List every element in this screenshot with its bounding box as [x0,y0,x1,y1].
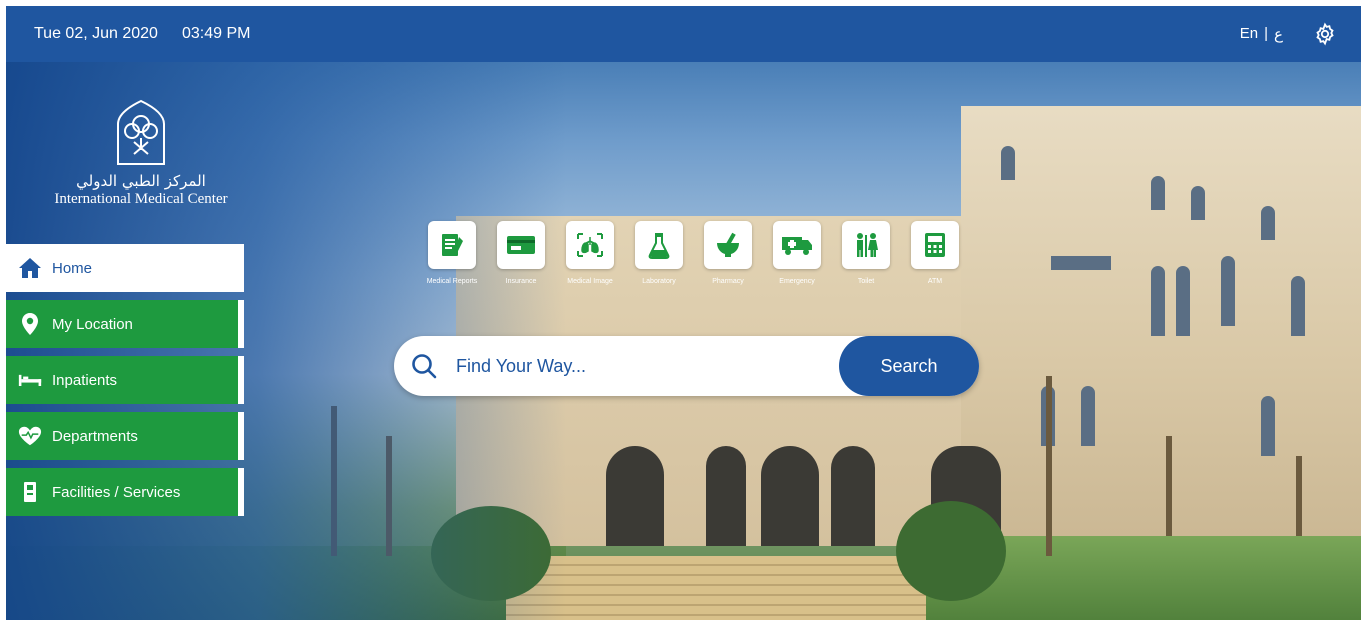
background-stairs [506,556,926,620]
lang-english-option[interactable]: En [1240,25,1258,43]
restroom-icon [842,221,890,269]
sidebar-item-label: My Location [52,315,133,333]
category-label: ATM [927,278,943,285]
sidebar-item-label: Departments [52,427,138,445]
background-bush [896,501,1006,601]
mortar-pestle-icon [704,221,752,269]
background-palm [1166,436,1172,536]
insurance-card-icon [497,221,545,269]
ambulance-icon [773,221,821,269]
gear-icon[interactable] [1313,22,1337,46]
sidebar-nav: Home My Location Inpatients Departments … [6,244,246,524]
category-label: Laboratory [642,278,676,285]
search-icon [410,352,438,380]
logo-emblem-icon [112,98,170,166]
logo-english-name: International Medical Center [54,191,228,207]
current-time: 03:49 PM [181,25,251,42]
xray-lungs-icon [566,221,614,269]
language-switcher: En | ع [1240,25,1283,43]
hospital-logo: المركز الطبي الدولي International Medica… [36,98,246,208]
atm-icon [911,221,959,269]
search-bar: Search [394,336,979,396]
kiosk-screen: Tue 02, Jun 2020 03:49 PM En | ع المركز … [6,6,1361,620]
search-input[interactable] [456,355,839,377]
background-arch [706,446,746,546]
category-medical-image[interactable]: Medical Image [566,221,614,287]
category-atm[interactable]: ATM [911,221,959,287]
sidebar-item-facilities-services[interactable]: Facilities / Services [6,468,244,516]
category-label: Toilet [857,278,875,285]
lang-separator: | [1264,25,1269,42]
background-palm [1046,376,1052,556]
category-label: Medical Image [567,278,613,285]
top-bar: Tue 02, Jun 2020 03:49 PM En | ع [6,6,1361,62]
medical-report-icon [428,221,476,269]
sidebar-item-label: Facilities / Services [52,483,181,501]
date-time: Tue 02, Jun 2020 03:49 PM [34,25,250,43]
current-date: Tue 02, Jun 2020 [34,25,158,42]
home-icon [18,256,42,280]
category-insurance[interactable]: Insurance [497,221,545,287]
bed-icon [18,368,42,392]
sidebar-item-home[interactable]: Home [6,244,244,292]
top-bar-controls: En | ع [1240,22,1337,46]
flask-icon [635,221,683,269]
background-arch [831,446,875,546]
category-label: Medical Reports [426,278,478,285]
location-pin-icon [18,312,42,336]
sidebar-item-label: Home [52,259,93,277]
search-button[interactable]: Search [839,336,979,396]
sidebar-item-departments[interactable]: Departments [6,412,244,460]
category-shortcuts: Medical Reports Insurance Medical Image … [427,221,959,287]
category-emergency[interactable]: Emergency [773,221,821,287]
lang-arabic-option[interactable]: ع [1274,25,1283,43]
heart-pulse-icon [18,424,42,448]
category-pharmacy[interactable]: Pharmacy [704,221,752,287]
phone-booth-icon [18,480,42,504]
sidebar-item-my-location[interactable]: My Location [6,300,244,348]
category-laboratory[interactable]: Laboratory [635,221,683,287]
category-label: Pharmacy [712,278,744,285]
background-palm [1296,456,1302,536]
sidebar-item-label: Inpatients [52,371,118,389]
category-medical-reports[interactable]: Medical Reports [427,221,477,287]
background-arch [606,446,664,546]
category-label: Emergency [779,278,815,285]
sidebar-item-inpatients[interactable]: Inpatients [6,356,244,404]
logo-arabic-name: المركز الطبي الدولي [76,172,206,190]
background-arch [761,446,819,546]
category-toilet[interactable]: Toilet [842,221,890,287]
category-label: Insurance [505,278,537,285]
